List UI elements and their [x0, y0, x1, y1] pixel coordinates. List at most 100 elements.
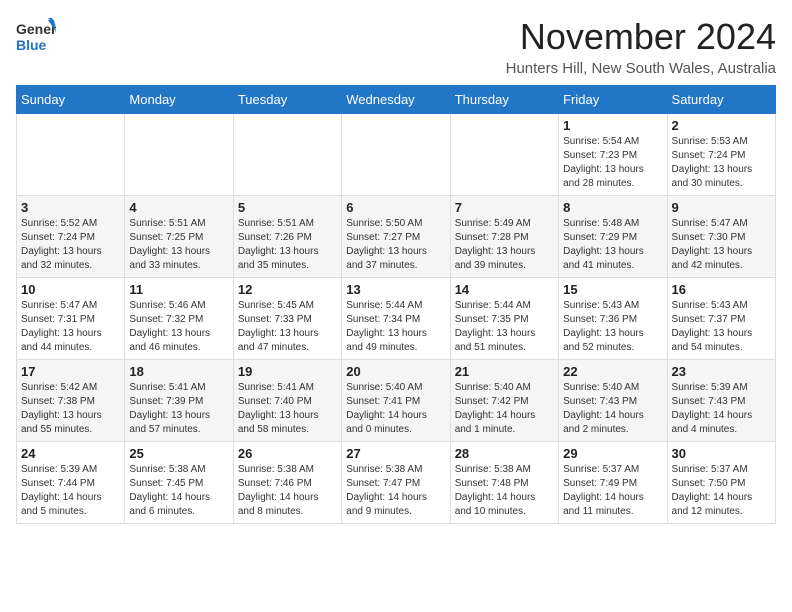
day-info: Sunrise: 5:51 AMSunset: 7:25 PMDaylight:…: [129, 217, 228, 273]
day-number: 2: [672, 118, 771, 133]
day-number: 13: [346, 282, 445, 297]
week-row-1: 1Sunrise: 5:54 AMSunset: 7:23 PMDaylight…: [17, 114, 776, 196]
day-number: 11: [129, 282, 228, 297]
calendar-cell: [233, 114, 341, 196]
calendar-cell: 18 Sunrise: 5:41 AMSunset: 7:39 PMDayligh…: [125, 360, 233, 442]
calendar-cell: [125, 114, 233, 196]
calendar-cell: [450, 114, 558, 196]
day-info: Sunrise: 5:43 AMSunset: 7:37 PMDaylight:…: [672, 299, 771, 355]
day-number: 30: [672, 446, 771, 461]
calendar-table: SundayMondayTuesdayWednesdayThursdayFrid…: [16, 85, 776, 524]
calendar-cell: 2 Sunrise: 5:53 AMSunset: 7:24 PMDaylight…: [667, 114, 775, 196]
day-number: 4: [129, 200, 228, 215]
calendar-cell: 1Sunrise: 5:54 AMSunset: 7:23 PMDaylight…: [559, 114, 667, 196]
day-info: Sunrise: 5:37 AMSunset: 7:50 PMDaylight:…: [672, 463, 771, 519]
calendar-cell: 3 Sunrise: 5:52 AMSunset: 7:24 PMDaylight…: [17, 196, 125, 278]
day-info: Sunrise: 5:38 AMSunset: 7:45 PMDaylight:…: [129, 463, 228, 519]
day-info: Sunrise: 5:44 AMSunset: 7:34 PMDaylight:…: [346, 299, 445, 355]
day-number: 8: [563, 200, 662, 215]
weekday-header-tuesday: Tuesday: [233, 86, 341, 114]
day-info: Sunrise: 5:38 AMSunset: 7:46 PMDaylight:…: [238, 463, 337, 519]
calendar-cell: [342, 114, 450, 196]
weekday-header-thursday: Thursday: [450, 86, 558, 114]
day-info: Sunrise: 5:39 AMSunset: 7:43 PMDaylight:…: [672, 381, 771, 437]
day-number: 15: [563, 282, 662, 297]
day-number: 18: [129, 364, 228, 379]
calendar-cell: 26 Sunrise: 5:38 AMSunset: 7:46 PMDayligh…: [233, 442, 341, 524]
day-number: 25: [129, 446, 228, 461]
calendar-cell: 7Sunrise: 5:49 AMSunset: 7:28 PMDaylight…: [450, 196, 558, 278]
day-info: Sunrise: 5:38 AMSunset: 7:47 PMDaylight:…: [346, 463, 445, 519]
day-info: Sunrise: 5:52 AMSunset: 7:24 PMDaylight:…: [21, 217, 120, 273]
calendar-cell: 23 Sunrise: 5:39 AMSunset: 7:43 PMDayligh…: [667, 360, 775, 442]
day-number: 5: [238, 200, 337, 215]
day-info: Sunrise: 5:51 AMSunset: 7:26 PMDaylight:…: [238, 217, 337, 273]
weekday-header-row: SundayMondayTuesdayWednesdayThursdayFrid…: [17, 86, 776, 114]
calendar-cell: 17 Sunrise: 5:42 AMSunset: 7:38 PMDayligh…: [17, 360, 125, 442]
calendar-cell: 8 Sunrise: 5:48 AMSunset: 7:29 PMDaylight…: [559, 196, 667, 278]
day-info: Sunrise: 5:45 AMSunset: 7:33 PMDaylight:…: [238, 299, 337, 355]
day-number: 10: [21, 282, 120, 297]
week-row-3: 10 Sunrise: 5:47 AMSunset: 7:31 PMDayligh…: [17, 278, 776, 360]
header: General Blue November 2024 Hunters Hill,…: [16, 16, 776, 77]
calendar-cell: 30 Sunrise: 5:37 AMSunset: 7:50 PMDayligh…: [667, 442, 775, 524]
day-number: 17: [21, 364, 120, 379]
month-title: November 2024: [506, 16, 776, 58]
svg-text:General: General: [16, 21, 56, 37]
day-number: 1: [563, 118, 662, 133]
day-number: 3: [21, 200, 120, 215]
weekday-header-saturday: Saturday: [667, 86, 775, 114]
day-info: Sunrise: 5:37 AMSunset: 7:49 PMDaylight:…: [563, 463, 662, 519]
week-row-2: 3 Sunrise: 5:52 AMSunset: 7:24 PMDaylight…: [17, 196, 776, 278]
day-info: Sunrise: 5:41 AMSunset: 7:40 PMDaylight:…: [238, 381, 337, 437]
weekday-header-friday: Friday: [559, 86, 667, 114]
day-info: Sunrise: 5:40 AMSunset: 7:41 PMDaylight:…: [346, 381, 445, 437]
calendar-cell: 14Sunrise: 5:44 AMSunset: 7:35 PMDayligh…: [450, 278, 558, 360]
svg-text:Blue: Blue: [16, 37, 47, 53]
day-info: Sunrise: 5:47 AMSunset: 7:30 PMDaylight:…: [672, 217, 771, 273]
logo: General Blue: [16, 16, 60, 56]
day-info: Sunrise: 5:40 AMSunset: 7:43 PMDaylight:…: [563, 381, 662, 437]
day-number: 27: [346, 446, 445, 461]
calendar-cell: 24Sunrise: 5:39 AMSunset: 7:44 PMDayligh…: [17, 442, 125, 524]
day-info: Sunrise: 5:50 AMSunset: 7:27 PMDaylight:…: [346, 217, 445, 273]
day-number: 6: [346, 200, 445, 215]
calendar-cell: 11 Sunrise: 5:46 AMSunset: 7:32 PMDayligh…: [125, 278, 233, 360]
day-number: 16: [672, 282, 771, 297]
day-info: Sunrise: 5:42 AMSunset: 7:38 PMDaylight:…: [21, 381, 120, 437]
calendar-cell: 15 Sunrise: 5:43 AMSunset: 7:36 PMDayligh…: [559, 278, 667, 360]
location-title: Hunters Hill, New South Wales, Australia: [506, 60, 776, 77]
day-number: 26: [238, 446, 337, 461]
weekday-header-monday: Monday: [125, 86, 233, 114]
calendar-cell: 5 Sunrise: 5:51 AMSunset: 7:26 PMDaylight…: [233, 196, 341, 278]
day-number: 23: [672, 364, 771, 379]
calendar-cell: 29Sunrise: 5:37 AMSunset: 7:49 PMDayligh…: [559, 442, 667, 524]
calendar-cell: 4 Sunrise: 5:51 AMSunset: 7:25 PMDaylight…: [125, 196, 233, 278]
calendar-cell: 16 Sunrise: 5:43 AMSunset: 7:37 PMDayligh…: [667, 278, 775, 360]
day-info: Sunrise: 5:47 AMSunset: 7:31 PMDaylight:…: [21, 299, 120, 355]
day-number: 20: [346, 364, 445, 379]
calendar-cell: 21 Sunrise: 5:40 AMSunset: 7:42 PMDayligh…: [450, 360, 558, 442]
calendar-cell: 22 Sunrise: 5:40 AMSunset: 7:43 PMDayligh…: [559, 360, 667, 442]
calendar-cell: 25 Sunrise: 5:38 AMSunset: 7:45 PMDayligh…: [125, 442, 233, 524]
calendar-cell: 6 Sunrise: 5:50 AMSunset: 7:27 PMDaylight…: [342, 196, 450, 278]
day-number: 9: [672, 200, 771, 215]
day-info: Sunrise: 5:40 AMSunset: 7:42 PMDaylight:…: [455, 381, 554, 437]
calendar-cell: 27 Sunrise: 5:38 AMSunset: 7:47 PMDayligh…: [342, 442, 450, 524]
calendar-cell: [17, 114, 125, 196]
day-number: 22: [563, 364, 662, 379]
title-area: November 2024 Hunters Hill, New South Wa…: [506, 16, 776, 77]
day-info: Sunrise: 5:49 AMSunset: 7:28 PMDaylight:…: [455, 217, 554, 273]
calendar-cell: 9 Sunrise: 5:47 AMSunset: 7:30 PMDaylight…: [667, 196, 775, 278]
calendar-cell: 28Sunrise: 5:38 AMSunset: 7:48 PMDayligh…: [450, 442, 558, 524]
day-info: Sunrise: 5:48 AMSunset: 7:29 PMDaylight:…: [563, 217, 662, 273]
weekday-header-wednesday: Wednesday: [342, 86, 450, 114]
day-info: Sunrise: 5:46 AMSunset: 7:32 PMDaylight:…: [129, 299, 228, 355]
day-number: 21: [455, 364, 554, 379]
calendar-cell: 19Sunrise: 5:41 AMSunset: 7:40 PMDayligh…: [233, 360, 341, 442]
day-info: Sunrise: 5:41 AMSunset: 7:39 PMDaylight:…: [129, 381, 228, 437]
day-info: Sunrise: 5:38 AMSunset: 7:48 PMDaylight:…: [455, 463, 554, 519]
day-info: Sunrise: 5:44 AMSunset: 7:35 PMDaylight:…: [455, 299, 554, 355]
day-info: Sunrise: 5:53 AMSunset: 7:24 PMDaylight:…: [672, 135, 771, 191]
day-info: Sunrise: 5:43 AMSunset: 7:36 PMDaylight:…: [563, 299, 662, 355]
